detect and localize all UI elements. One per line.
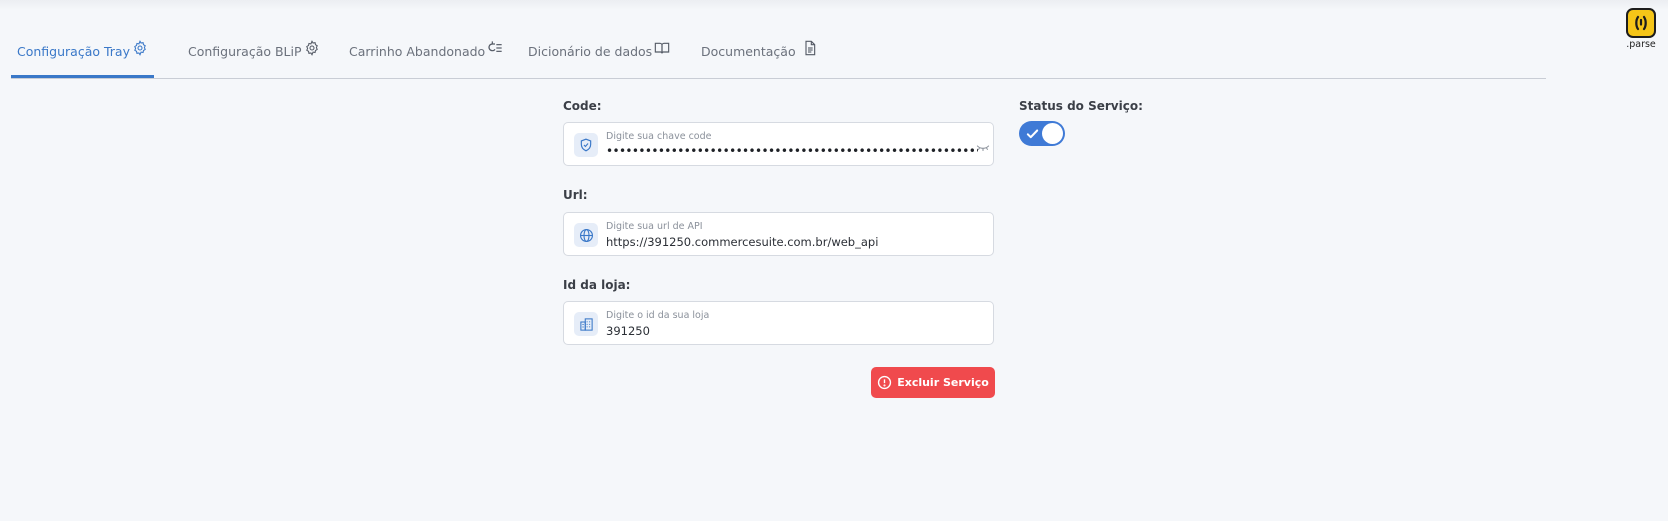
tab-label: Dicionário de dados xyxy=(528,44,653,59)
parse-logo-mark xyxy=(1626,8,1656,38)
eye-closed-icon[interactable] xyxy=(976,138,990,151)
delete-service-label: Excluir Serviço xyxy=(897,376,989,389)
book-icon xyxy=(654,40,670,56)
check-icon xyxy=(1025,126,1040,145)
code-placeholder: Digite sua chave code xyxy=(606,131,712,142)
store-id-label: Id da loja: xyxy=(563,278,631,292)
building-icon xyxy=(574,312,598,336)
top-shade xyxy=(0,0,1668,10)
service-status-toggle[interactable] xyxy=(1019,121,1065,146)
tab-configuracao-tray[interactable]: Configuração Tray xyxy=(11,34,154,78)
code-label: Code: xyxy=(563,99,602,113)
url-label: Url: xyxy=(563,188,588,202)
tab-label: Carrinho Abandonado xyxy=(349,44,486,59)
code-field[interactable]: Digite sua chave code ••••••••••••••••••… xyxy=(563,122,994,166)
document-icon xyxy=(802,40,818,56)
store-id-placeholder: Digite o id da sua loja xyxy=(606,310,710,321)
refresh-list-icon xyxy=(487,40,503,56)
gear-icon xyxy=(132,40,148,56)
parse-logo: .parse xyxy=(1624,8,1658,52)
tab-bar: Configuração Tray Configuração BLiP Carr… xyxy=(11,34,1546,79)
shield-check-icon xyxy=(574,133,598,157)
toggle-knob xyxy=(1042,123,1063,144)
gear-icon xyxy=(304,40,320,56)
code-value: ••••••••••••••••••••••••••••••••••••••••… xyxy=(606,144,978,158)
tab-dicionario-de-dados[interactable]: Dicionário de dados xyxy=(528,34,670,78)
url-value: https://391250.commercesuite.com.br/web_… xyxy=(606,235,879,249)
tab-documentacao[interactable]: Documentação xyxy=(701,34,818,78)
url-field[interactable]: Digite sua url de API https://391250.com… xyxy=(563,212,994,256)
brand-name: .parse xyxy=(1626,39,1656,50)
store-id-value: 391250 xyxy=(606,324,650,338)
service-status-label: Status do Serviço: xyxy=(1019,99,1143,113)
tab-configuracao-blip[interactable]: Configuração BLiP xyxy=(188,34,320,78)
store-id-field[interactable]: Digite o id da sua loja 391250 xyxy=(563,301,994,345)
tab-label: Configuração Tray xyxy=(17,44,130,59)
delete-service-button[interactable]: Excluir Serviço xyxy=(871,367,995,398)
tab-label: Documentação xyxy=(701,44,796,59)
tab-carrinho-abandonado[interactable]: Carrinho Abandonado xyxy=(349,34,503,78)
url-placeholder: Digite sua url de API xyxy=(606,221,703,232)
globe-icon xyxy=(574,223,598,247)
alert-circle-icon xyxy=(877,375,892,390)
tab-label: Configuração BLiP xyxy=(188,44,302,59)
